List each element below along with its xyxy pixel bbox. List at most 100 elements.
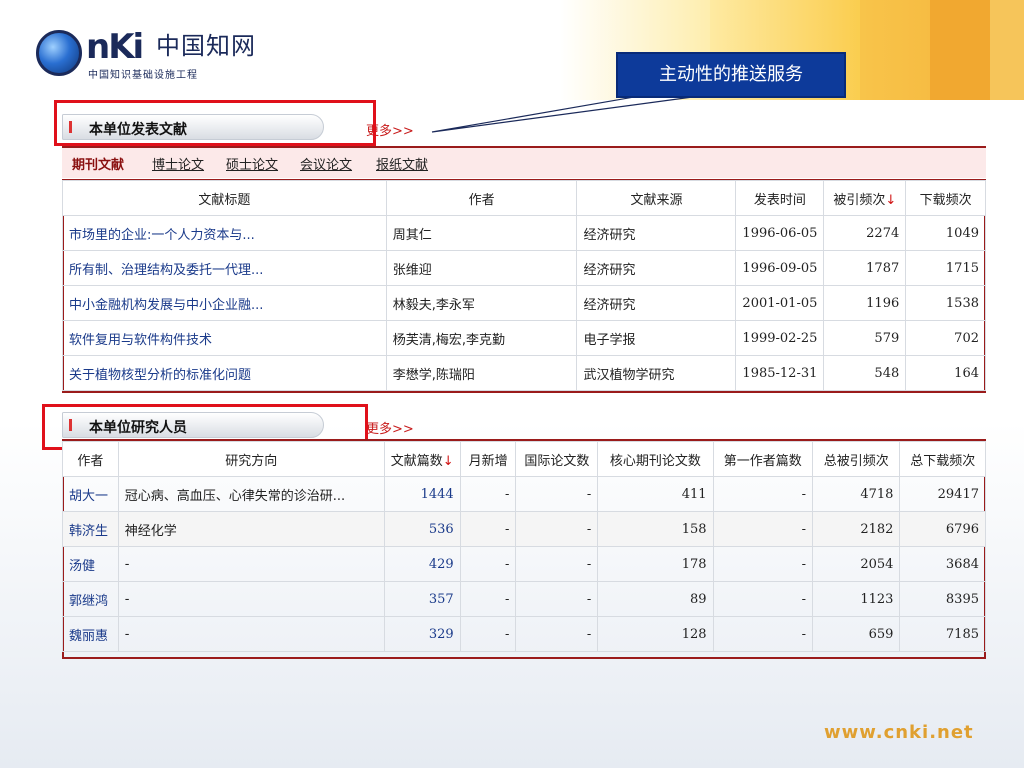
publication-title-link[interactable]: 关于植物核型分析的标准化问题 — [62, 355, 387, 391]
researcher-total-downloads: 29417 — [899, 476, 986, 512]
researcher-first-author: - — [712, 511, 813, 547]
researcher-intl: - — [515, 581, 599, 617]
publication-cited: 2274 — [823, 215, 907, 251]
researcher-name-link[interactable]: 郭继鸿 — [62, 581, 119, 617]
researcher-papers-link[interactable]: 536 — [383, 511, 461, 547]
table-row: 中小金融机构发展与中小企业融... 林毅夫,李永军 经济研究 2001-01-05 11… — [62, 285, 986, 321]
researcher-field: 神经化学 — [117, 511, 385, 547]
tab-newspaper[interactable]: 报纸文献 — [376, 154, 428, 173]
decoration-band — [990, 0, 1024, 100]
publication-title-link[interactable]: 所有制、治理结构及委托一代理... — [62, 250, 387, 286]
publication-title-link[interactable]: 软件复用与软件构件技术 — [62, 320, 387, 356]
publication-date: 1999-02-25 — [735, 320, 825, 356]
column-header-papers-label: 文献篇数 — [390, 453, 443, 469]
researcher-intl: - — [515, 511, 599, 547]
tab-conference[interactable]: 会议论文 — [300, 154, 352, 173]
table-row: 郭继鸿 -357- -89-1123 8395 — [62, 581, 986, 617]
researcher-intl: - — [515, 476, 599, 512]
callout-box: 主动性的推送服务 — [616, 52, 846, 98]
researcher-core: 128 — [597, 616, 714, 652]
researcher-core: 178 — [597, 546, 714, 582]
sort-down-icon: ↓ — [885, 192, 897, 208]
highlight-box — [54, 100, 376, 146]
researcher-field: 冠心病、高血压、心律失常的诊治研... — [117, 476, 385, 512]
publication-title-link[interactable]: 中小金融机构发展与中小企业融... — [62, 285, 387, 321]
column-header-first-author: 第一作者篇数 — [712, 441, 813, 477]
publication-date: 1996-09-05 — [735, 250, 825, 286]
publication-downloads: 164 — [905, 355, 986, 391]
publication-title-link[interactable]: 市场里的企业:一个人力资本与... — [62, 215, 387, 251]
table-row: 市场里的企业:一个人力资本与... 周其仁 经济研究 1996-06-05 2274 10… — [62, 215, 986, 251]
researcher-papers-link[interactable]: 357 — [383, 581, 461, 617]
researcher-total-downloads: 3684 — [899, 546, 986, 582]
researcher-intl: - — [515, 546, 599, 582]
researcher-papers-link[interactable]: 1444 — [383, 476, 461, 512]
publication-source: 经济研究 — [576, 285, 737, 321]
publication-source: 经济研究 — [576, 215, 737, 251]
researcher-intl: - — [515, 616, 599, 652]
logo-subtitle: 中国知识基础设施工程 — [88, 70, 198, 81]
researcher-monthly: - — [459, 581, 517, 617]
column-header-downloads: 下载频次 — [905, 180, 986, 216]
column-header-cited[interactable]: 被引频次↓ — [823, 180, 907, 216]
publication-date: 1996-06-05 — [735, 215, 825, 251]
publication-author: 林毅夫,李永军 — [385, 285, 578, 321]
researcher-total-cited: 659 — [811, 616, 901, 652]
publication-date: 1985-12-31 — [735, 355, 825, 391]
researcher-name-link[interactable]: 汤健 — [62, 546, 119, 582]
sort-down-icon: ↓ — [442, 453, 454, 469]
researcher-total-downloads: 8395 — [899, 581, 986, 617]
publication-downloads: 1049 — [905, 215, 986, 251]
researcher-core: 89 — [597, 581, 714, 617]
researcher-first-author: - — [712, 546, 813, 582]
publication-source: 经济研究 — [576, 250, 737, 286]
column-header-author: 作者 — [385, 180, 578, 216]
researcher-first-author: - — [712, 581, 813, 617]
logo-letters: nKi — [86, 27, 144, 67]
researcher-monthly: - — [459, 476, 517, 512]
table-row: 所有制、治理结构及委托一代理... 张维迎 经济研究 1996-09-05 1787 17… — [62, 250, 986, 286]
column-header-monthly: 月新增 — [459, 441, 517, 477]
column-header-total-downloads: 总下载频次 — [899, 441, 986, 477]
researcher-monthly: - — [459, 511, 517, 547]
researcher-field: - — [117, 616, 385, 652]
tab-journal[interactable]: 期刊文献 — [72, 154, 124, 173]
researcher-total-downloads: 7185 — [899, 616, 986, 652]
tab-master[interactable]: 硕士论文 — [226, 154, 278, 173]
publication-author: 李懋学,陈瑞阳 — [385, 355, 578, 391]
table-row: 韩济生 神经化学 536- -158-2182 6796 — [62, 511, 986, 547]
publication-cited: 1196 — [823, 285, 907, 321]
column-header-date: 发表时间 — [735, 180, 825, 216]
researcher-total-cited: 4718 — [811, 476, 901, 512]
publication-author: 张维迎 — [385, 250, 578, 286]
publication-type-tabs: 期刊文献 博士论文 硕士论文 会议论文 报纸文献 — [62, 146, 986, 178]
publication-cited: 579 — [823, 320, 907, 356]
column-header-name: 作者 — [62, 441, 119, 477]
researcher-monthly: - — [459, 616, 517, 652]
publication-date: 2001-01-05 — [735, 285, 825, 321]
column-header-cited-label: 被引频次 — [833, 192, 886, 208]
publication-downloads: 1538 — [905, 285, 986, 321]
researcher-name-link[interactable]: 魏丽惠 — [62, 616, 119, 652]
researcher-total-downloads: 6796 — [899, 511, 986, 547]
column-header-papers[interactable]: 文献篇数↓ — [383, 441, 461, 477]
column-header-core: 核心期刊论文数 — [597, 441, 714, 477]
researcher-name-link[interactable]: 胡大一 — [62, 476, 119, 512]
researchers-more-link[interactable]: 更多>> — [366, 418, 414, 437]
table-row: 汤健 -429- -178-2054 3684 — [62, 546, 986, 582]
globe-icon — [36, 30, 82, 76]
tab-phd[interactable]: 博士论文 — [152, 154, 204, 173]
table-row: 魏丽惠 -329- -128-659 7185 — [62, 616, 986, 652]
publication-downloads: 1715 — [905, 250, 986, 286]
researcher-name-link[interactable]: 韩济生 — [62, 511, 119, 547]
publications-table: 文献标题 作者 文献来源 发表时间 被引频次↓ 下载频次 市场里的企业:一个人力… — [62, 180, 986, 391]
table-row: 胡大一 冠心病、高血压、心律失常的诊治研... 1444- -411-4718 2941… — [62, 476, 986, 512]
publication-author: 杨芙清,梅宏,李克勤 — [385, 320, 578, 356]
publication-downloads: 702 — [905, 320, 986, 356]
researcher-total-cited: 2182 — [811, 511, 901, 547]
researchers-table: 作者 研究方向 文献篇数↓ 月新增 国际论文数 核心期刊论文数 第一作者篇数 总… — [62, 441, 986, 652]
researcher-papers-link[interactable]: 329 — [383, 616, 461, 652]
cnki-logo: nKi 中国知网 中国知识基础设施工程 — [36, 27, 256, 81]
column-header-total-cited: 总被引频次 — [811, 441, 901, 477]
researcher-papers-link[interactable]: 429 — [383, 546, 461, 582]
